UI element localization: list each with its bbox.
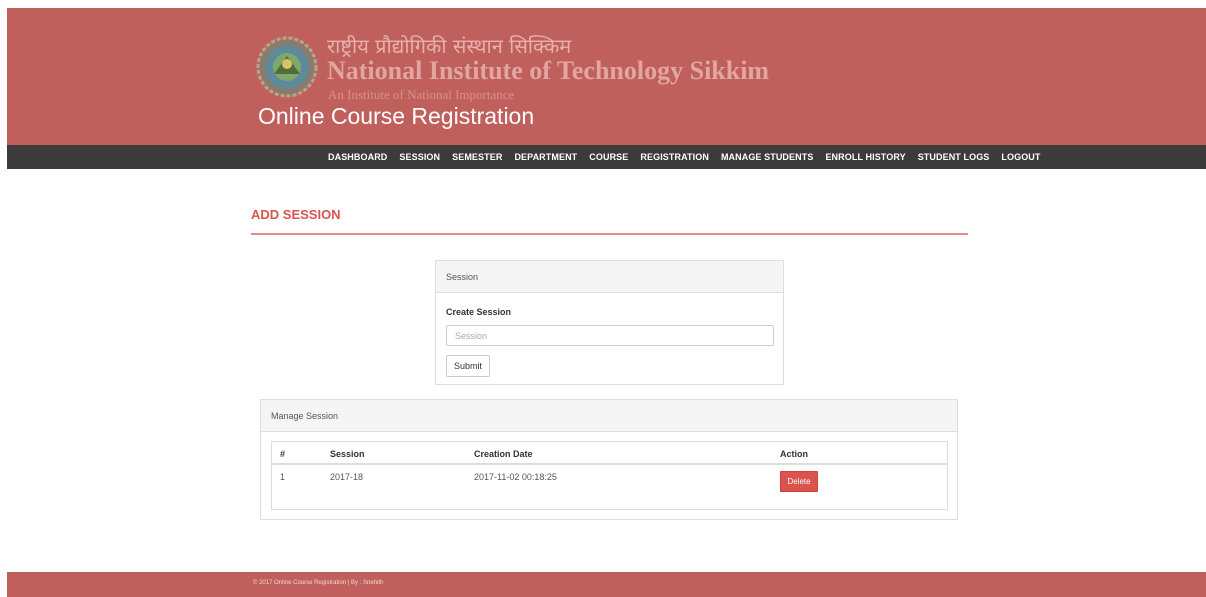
session-table: # Session Creation Date Action 1 2017-18… [271, 441, 948, 510]
institute-emblem-icon [256, 36, 318, 98]
heading-divider [251, 233, 968, 235]
nav-item-logout[interactable]: LOGOUT [995, 145, 1046, 169]
table-header: # Session Creation Date Action [272, 442, 947, 465]
main-navbar: DASHBOARD SESSION SEMESTER DEPARTMENT CO… [7, 145, 1206, 169]
institute-name: National Institute of Technology Sikkim [327, 56, 770, 85]
nav-item-manage-students[interactable]: MANAGE STUDENTS [715, 145, 820, 169]
nav-item-student-logs[interactable]: STUDENT LOGS [912, 145, 996, 169]
session-form-panel: Session Create Session Submit [435, 260, 784, 385]
nav-item-session[interactable]: SESSION [393, 145, 446, 169]
column-header-creation-date: Creation Date [474, 449, 533, 459]
row-session: 2017-18 [330, 472, 364, 482]
nav-item-department[interactable]: DEPARTMENT [508, 145, 583, 169]
page-title: ADD SESSION [251, 207, 341, 222]
app-title: Online Course Registration [258, 103, 535, 129]
session-panel-title: Session [436, 261, 783, 293]
create-session-label: Create Session [446, 307, 512, 317]
table-row: 1 2017-18 2017-11-02 00:18:25 Delete [272, 465, 947, 509]
submit-button[interactable]: Submit [446, 355, 490, 377]
site-footer: © 2017 Online Course Registration | By :… [7, 572, 1206, 597]
manage-session-panel: Manage Session # Session Creation Date A… [260, 399, 958, 520]
institute-subtitle: An Institute of National Importance [328, 87, 515, 102]
delete-button[interactable]: Delete [780, 471, 818, 492]
nav-item-registration[interactable]: REGISTRATION [634, 145, 715, 169]
nav-item-course[interactable]: COURSE [583, 145, 634, 169]
column-header-action: Action [780, 449, 808, 459]
nav-item-semester[interactable]: SEMESTER [446, 145, 508, 169]
footer-copyright: © 2017 Online Course Registration | By :… [253, 580, 384, 586]
column-header-session: Session [330, 449, 365, 459]
institute-name-hindi: राष्ट्रीय प्रौद्योगिकी संस्थान सिक्किम [327, 34, 572, 58]
nav-item-dashboard[interactable]: DASHBOARD [322, 145, 393, 169]
session-input[interactable] [446, 325, 774, 346]
row-index: 1 [280, 472, 286, 482]
nav-menu: DASHBOARD SESSION SEMESTER DEPARTMENT CO… [322, 145, 1047, 169]
column-header-index: # [280, 449, 286, 459]
nav-item-enroll-history[interactable]: ENROLL HISTORY [819, 145, 911, 169]
manage-session-title: Manage Session [261, 400, 957, 432]
site-header: राष्ट्रीय प्रौद्योगिकी संस्थान सिक्किम N… [7, 8, 1206, 145]
row-creation-date: 2017-11-02 00:18:25 [474, 472, 557, 482]
